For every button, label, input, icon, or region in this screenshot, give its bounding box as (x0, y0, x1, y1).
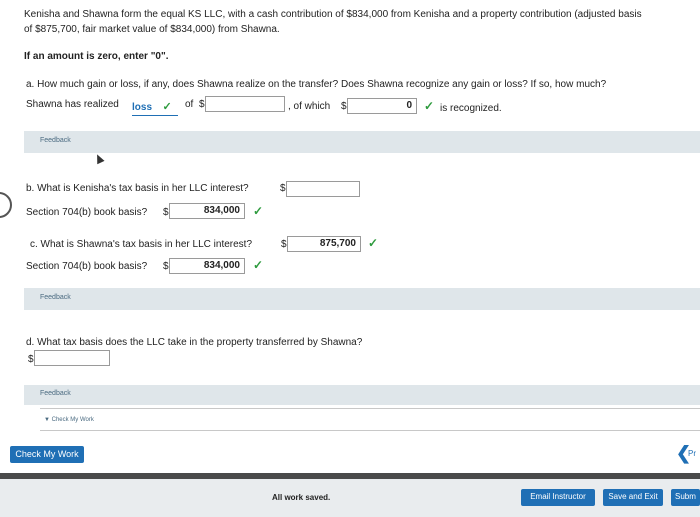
check-my-work-link-label: Check My Work (51, 417, 94, 423)
feedback-label: Feedback (40, 137, 71, 144)
realized-select-value: loss (132, 102, 153, 113)
check-my-work-link[interactable]: ▼ Check My Work (44, 417, 94, 423)
check-icon: ✓ (368, 236, 379, 250)
save-status: All work saved. (272, 493, 331, 502)
dollar-sign: $ (341, 101, 347, 112)
realized-select[interactable]: loss ✓ (132, 97, 178, 116)
footer-bar (0, 479, 700, 517)
shawna-book-basis-input[interactable]: 834,000 (169, 258, 245, 274)
check-icon: ✓ (424, 99, 435, 113)
question-intro-line1: Kenisha and Shawna form the equal KS LLC… (24, 9, 642, 20)
cursor-icon (93, 152, 105, 165)
recognized-amount-input[interactable]: 0 (347, 98, 417, 114)
previous-label[interactable]: Pr (688, 449, 696, 458)
feedback-bar[interactable]: Feedback (24, 288, 700, 310)
divider (40, 430, 700, 431)
triangle-down-icon: ▼ (44, 417, 50, 423)
feedback-label: Feedback (40, 390, 71, 397)
dollar-sign: $ (28, 354, 34, 365)
zero-note: If an amount is zero, enter "0". (24, 51, 169, 62)
part-b-question: b. What is Kenisha's tax basis in her LL… (26, 183, 249, 194)
dollar-sign: $ (199, 99, 205, 110)
kenisha-basis-input[interactable] (286, 181, 360, 197)
part-a-realized-label: Shawna has realized (26, 99, 119, 110)
submit-button[interactable]: Subm (671, 489, 700, 506)
feedback-label: Feedback (40, 294, 71, 301)
part-c-question: c. What is Shawna's tax basis in her LLC… (30, 239, 253, 250)
radio-indicator-icon (0, 192, 12, 218)
realized-amount-input[interactable] (205, 96, 285, 112)
of-which-label: , of which (288, 101, 331, 112)
part-a-question: a. How much gain or loss, if any, does S… (26, 79, 607, 90)
question-intro-line2: of $875,700, fair market value of $834,0… (24, 24, 280, 35)
llc-property-basis-input[interactable] (34, 350, 110, 366)
shawna-basis-input[interactable]: 875,700 (287, 236, 361, 252)
part-d-question: d. What tax basis does the LLC take in t… (26, 337, 363, 348)
check-icon: ✓ (253, 204, 264, 218)
kenisha-book-basis-input[interactable]: 834,000 (169, 203, 245, 219)
check-icon: ✓ (162, 101, 172, 113)
part-c-book-label: Section 704(b) book basis? (26, 261, 148, 272)
check-my-work-button[interactable]: Check My Work (10, 446, 84, 463)
dollar-sign: $ (163, 261, 169, 272)
dollar-sign: $ (281, 239, 287, 250)
dollar-sign: $ (163, 207, 169, 218)
part-b-book-label: Section 704(b) book basis? (26, 207, 148, 218)
divider (40, 408, 700, 409)
part-a-of-label: of (185, 99, 194, 110)
save-and-exit-button[interactable]: Save and Exit (603, 489, 663, 506)
recognized-label: is recognized. (440, 103, 502, 114)
feedback-bar[interactable]: Feedback (24, 385, 700, 405)
feedback-bar[interactable]: Feedback (24, 131, 700, 153)
email-instructor-button[interactable]: Email Instructor (521, 489, 595, 506)
dollar-sign: $ (280, 183, 286, 194)
check-icon: ✓ (253, 258, 264, 272)
